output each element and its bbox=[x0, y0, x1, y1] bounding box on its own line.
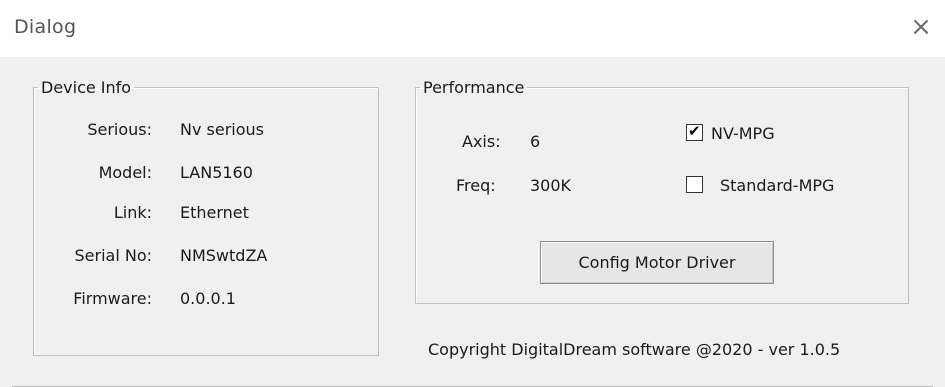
window-title: Dialog bbox=[14, 16, 77, 38]
performance-legend: Performance bbox=[423, 78, 525, 97]
serious-label: Serious: bbox=[87, 120, 152, 139]
link-value: Ethernet bbox=[180, 203, 249, 222]
copyright-text: Copyright DigitalDream software @2020 - … bbox=[428, 340, 841, 359]
serious-value: Nv serious bbox=[180, 120, 264, 139]
device-info-legend: Device Info bbox=[41, 78, 132, 97]
close-icon[interactable]: × bbox=[907, 14, 935, 42]
nv-mpg-label[interactable]: NV-MPG bbox=[711, 124, 775, 143]
serial-no-value: NMSwtdZA bbox=[180, 246, 268, 265]
model-label: Model: bbox=[98, 163, 152, 182]
firmware-value: 0.0.0.1 bbox=[180, 289, 236, 308]
axis-value: 6 bbox=[530, 132, 541, 151]
config-motor-driver-button[interactable]: Config Motor Driver bbox=[540, 241, 774, 284]
dialog-client-area: Device Info Serious: Nv serious Model: L… bbox=[0, 57, 945, 387]
standard-mpg-checkbox[interactable] bbox=[686, 176, 703, 193]
serial-no-label: Serial No: bbox=[74, 246, 152, 265]
nv-mpg-checkbox[interactable]: ✔ bbox=[686, 122, 703, 141]
model-value: LAN5160 bbox=[180, 163, 253, 182]
link-label: Link: bbox=[113, 203, 152, 222]
freq-label: Freq: bbox=[456, 176, 496, 195]
checkmark-icon: ✔ bbox=[688, 122, 701, 140]
axis-label: Axis: bbox=[462, 132, 501, 151]
title-bar: Dialog × bbox=[0, 0, 945, 60]
freq-value: 300K bbox=[530, 176, 572, 195]
standard-mpg-label[interactable]: Standard-MPG bbox=[720, 176, 834, 195]
firmware-label: Firmware: bbox=[73, 289, 152, 308]
